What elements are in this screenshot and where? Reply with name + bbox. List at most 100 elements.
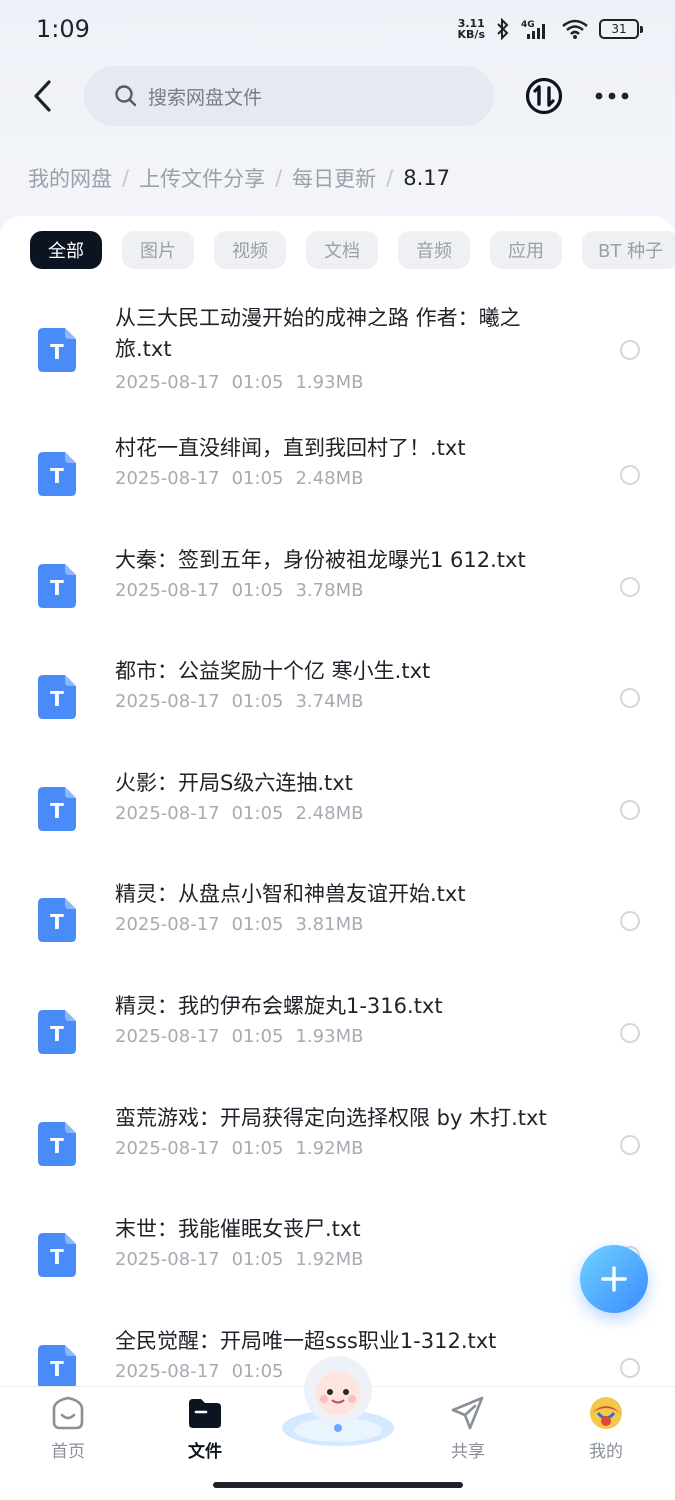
file-size: 3.81MB — [295, 914, 364, 936]
svg-text:T: T — [50, 1357, 64, 1381]
filter-chip-all[interactable]: 全部 — [30, 231, 102, 269]
back-button[interactable] — [22, 76, 62, 116]
plus-icon — [601, 1266, 627, 1292]
file-size: 1.92MB — [295, 1249, 364, 1271]
svg-text:4G: 4G — [521, 20, 535, 30]
transfer-list-button[interactable] — [524, 76, 564, 116]
file-date: 2025-08-17 — [115, 1137, 220, 1159]
file-name: 精灵：从盘点小智和神兽友谊开始.txt — [115, 882, 466, 907]
file-list-item[interactable]: T 村花一直没绯闻，直到我回村了！.txt 2025-08-17 01:05 2.48M… — [0, 420, 675, 532]
nav-label: 首页 — [51, 1442, 85, 1462]
file-meta: 2025-08-17 01:05 3.74MB — [115, 691, 375, 712]
txt-file-icon: T — [38, 675, 76, 720]
file-type-filter: 全部 图片 视频 文档 音频 应用 BT 种子 — [30, 231, 675, 269]
select-checkbox[interactable] — [620, 911, 640, 932]
svg-text:T: T — [50, 464, 64, 488]
profile-avatar-icon — [590, 1397, 622, 1429]
file-time: 01:05 — [231, 691, 284, 713]
txt-file-icon: T — [38, 328, 76, 372]
more-options-button[interactable] — [592, 76, 632, 116]
mascot-icon — [282, 1356, 394, 1446]
select-checkbox[interactable] — [620, 340, 640, 360]
file-date: 2025-08-17 — [115, 579, 220, 601]
file-meta: 2025-08-17 01:05 — [115, 1361, 307, 1382]
breadcrumb-separator: / — [122, 166, 130, 190]
more-horizontal-icon — [595, 92, 629, 100]
file-date: 2025-08-17 — [115, 691, 220, 713]
status-bar: 1:09 3.11 KB/s 4G 31 — [0, 0, 675, 58]
txt-file-icon: T — [38, 786, 76, 831]
select-checkbox[interactable] — [620, 576, 640, 597]
nav-item-me[interactable]: 我的 — [566, 1395, 646, 1462]
nav-item-files[interactable]: 文件 — [165, 1395, 245, 1462]
filter-chip-apps[interactable]: 应用 — [490, 231, 562, 269]
file-name: 从三大民工动漫开始的成神之路 作者：曦之旅.txt — [115, 306, 521, 361]
txt-file-icon: T — [38, 1233, 76, 1278]
nav-item-share[interactable]: 共享 — [428, 1395, 508, 1462]
nav-label: 共享 — [451, 1442, 485, 1462]
status-icons: 3.11 KB/s 4G 31 — [458, 18, 643, 40]
chevron-left-icon — [34, 80, 51, 112]
select-checkbox[interactable] — [620, 799, 640, 820]
svg-text:T: T — [50, 799, 64, 823]
signal-icon: 4G — [521, 18, 551, 40]
txt-file-icon: T — [38, 1009, 76, 1054]
file-list-item[interactable]: T 末世：我能催眠女丧尸.txt 2025-08-17 01:05 1.92MB — [0, 1201, 675, 1313]
txt-file-icon: T — [38, 1121, 76, 1166]
search-input[interactable]: 搜索网盘文件 — [84, 66, 494, 126]
select-checkbox[interactable] — [620, 1357, 640, 1378]
txt-file-icon: T — [38, 898, 76, 943]
svg-text:T: T — [50, 340, 64, 364]
file-time: 01:05 — [231, 1025, 284, 1047]
battery-icon: 31 — [599, 19, 643, 39]
file-date: 2025-08-17 — [115, 1360, 220, 1382]
file-date: 2025-08-17 — [115, 1025, 220, 1047]
file-time: 01:05 — [231, 1137, 284, 1159]
file-list-item[interactable]: T 都市：公益奖励十个亿 寒小生.txt 2025-08-17 01:05 3.74MB — [0, 643, 675, 755]
filter-chip-videos[interactable]: 视频 — [214, 231, 286, 269]
breadcrumb-item-my-drive[interactable]: 我的网盘 — [28, 163, 112, 193]
file-time: 01:05 — [231, 914, 284, 936]
status-time: 1:09 — [36, 15, 90, 43]
file-list-item[interactable]: T 蛮荒游戏：开局获得定向选择权限 by 木打.txt 2025-08-17 01:0… — [0, 1090, 675, 1202]
file-name: 大秦：签到五年，身份被祖龙曝光1 612.txt — [115, 547, 526, 572]
file-list-item[interactable]: T 大秦：签到五年，身份被祖龙曝光1 612.txt 2025-08-17 01:05… — [0, 532, 675, 644]
wifi-icon — [561, 18, 589, 40]
select-checkbox[interactable] — [620, 1134, 640, 1155]
file-time: 01:05 — [231, 1360, 284, 1382]
file-list: T 从三大民工动漫开始的成神之路 作者：曦之旅.txt 2025-08-17 01:0… — [0, 290, 675, 1424]
svg-text:T: T — [50, 1022, 64, 1046]
txt-file-icon: T — [38, 1344, 76, 1389]
add-button[interactable] — [580, 1245, 648, 1313]
file-date: 2025-08-17 — [115, 372, 220, 393]
svg-text:T: T — [50, 1134, 64, 1158]
file-size: 3.78MB — [295, 579, 364, 601]
filter-chip-images[interactable]: 图片 — [122, 231, 194, 269]
select-checkbox[interactable] — [620, 688, 640, 709]
file-date: 2025-08-17 — [115, 914, 220, 936]
file-meta: 2025-08-17 01:05 2.48MB — [115, 468, 375, 489]
select-checkbox[interactable] — [620, 1022, 640, 1043]
breadcrumb-item-daily-updates[interactable]: 每日更新 — [292, 163, 376, 193]
file-meta: 2025-08-17 01:05 2.48MB — [115, 803, 375, 824]
file-time: 01:05 — [231, 1249, 284, 1271]
transfer-icon — [525, 77, 563, 115]
svg-text:T: T — [50, 910, 64, 934]
file-list-item[interactable]: T 精灵：从盘点小智和神兽友谊开始.txt 2025-08-17 01:05 3.81M… — [0, 866, 675, 978]
file-list-item[interactable]: T 精灵：我的伊布会螺旋丸1-316.txt 2025-08-17 01:05 1.93… — [0, 978, 675, 1090]
share-icon — [451, 1396, 484, 1430]
file-list-item[interactable]: T 从三大民工动漫开始的成神之路 作者：曦之旅.txt 2025-08-17 01:0… — [0, 290, 675, 420]
folder-icon — [189, 1399, 221, 1428]
filter-chip-audio[interactable]: 音频 — [398, 231, 470, 269]
breadcrumb-item-shared-uploads[interactable]: 上传文件分享 — [139, 163, 265, 193]
filter-chip-bt-torrents[interactable]: BT 种子 — [582, 231, 675, 269]
breadcrumb-separator: / — [275, 166, 283, 190]
nav-item-home[interactable]: 首页 — [28, 1395, 108, 1462]
mascot-assistant-button[interactable] — [280, 1350, 396, 1450]
filter-chip-documents[interactable]: 文档 — [306, 231, 378, 269]
select-checkbox[interactable] — [620, 465, 640, 485]
file-size: 2.48MB — [295, 802, 364, 824]
file-meta: 2025-08-17 01:05 1.93MB — [115, 372, 375, 393]
file-name: 末世：我能催眠女丧尸.txt — [115, 1217, 361, 1242]
file-list-item[interactable]: T 火影：开局S级六连抽.txt 2025-08-17 01:05 2.48MB — [0, 755, 675, 867]
